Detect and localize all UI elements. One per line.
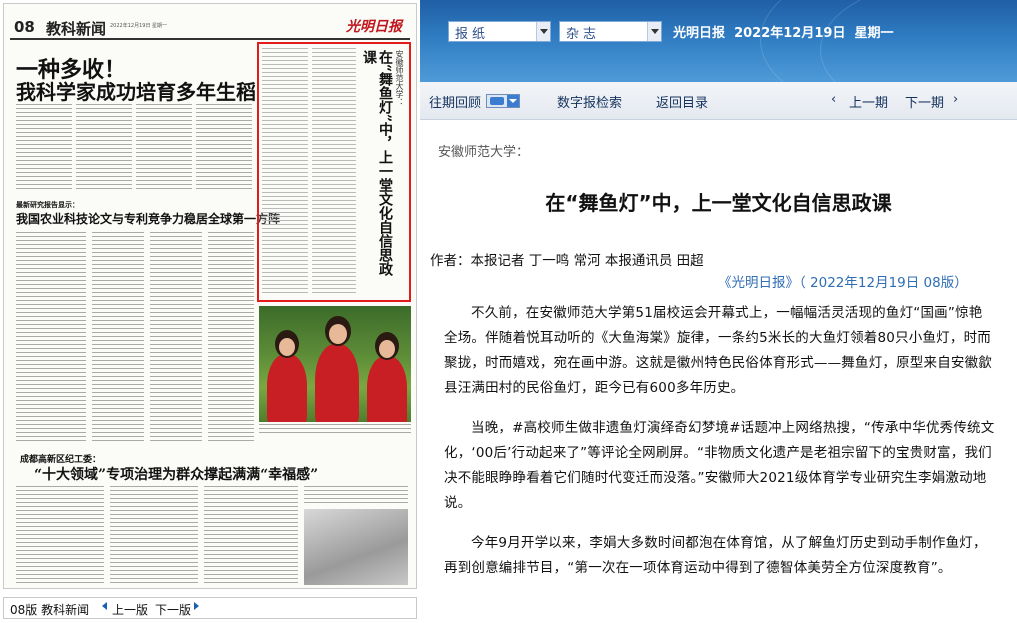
article-author: 作者：本报记者 丁一鸣 常河 本报通讯员 田超: [430, 253, 704, 269]
newspaper-page-panel: 08 教科新闻 2022年12月19日 星期一 光明日报 一种多收！ 我科学家成…: [0, 0, 420, 623]
photo-caption: [259, 424, 411, 434]
next-page-icon: [194, 602, 199, 610]
previous-issue-link[interactable]: 上一期: [849, 92, 888, 111]
article-link-chengdu[interactable]: “十大领域”专项治理为群众撑起满满“幸福感”: [34, 464, 318, 484]
article-link-agri-science[interactable]: 我国农业科技论文与专利竞争力稳居全球第一方阵: [16, 210, 280, 227]
selected-article-title: 在“舞鱼灯”中，上一堂文化自信思政课: [361, 50, 393, 277]
previous-page-icon: [102, 602, 107, 610]
chevron-left-icon[interactable]: ‹: [831, 92, 836, 107]
text-column: [110, 486, 198, 584]
fish-lantern-photo: [259, 306, 411, 422]
paper-header: 08 教科新闻 2022年12月19日 星期一 光明日报: [10, 14, 410, 40]
article-paragraph: 当晚，#高校师生做非遗鱼灯演绎奇幻梦境#话题冲上网络热搜，“传承中华优秀传统文化…: [444, 420, 995, 511]
chengdu-photo: [304, 509, 408, 585]
magazine-select-value: 杂志: [566, 27, 601, 42]
paper-masthead-logo: 光明日报: [346, 19, 402, 35]
issue-weekday: 星期一: [854, 26, 894, 41]
paper-name: 光明日报: [673, 26, 726, 41]
toolbar: 往期回顾 数字报检索 返回目录 ‹ 上一期 下一期 ›: [420, 82, 1017, 120]
next-issue-link[interactable]: 下一期: [905, 92, 944, 111]
calendar-picker-icon[interactable]: [486, 94, 520, 108]
issue-date-line: 光明日报 2022年12月19日 星期一: [673, 22, 894, 41]
text-column: [204, 486, 298, 584]
text-column: [16, 486, 104, 584]
issue-date: 2022年12月19日: [734, 26, 846, 41]
digital-search-link[interactable]: 数字报检索: [557, 92, 622, 111]
text-column: [136, 104, 192, 192]
article-kicker: 安徽师范大学：: [438, 145, 530, 160]
article-kicker-report: 最新研究报告显示：: [16, 201, 79, 209]
text-column: [196, 104, 252, 192]
back-to-toc-link[interactable]: 返回目录: [656, 92, 708, 111]
text-column: [150, 232, 202, 442]
article-paragraph: 今年9月开学以来，李娟大多数时间都泡在体育馆，从了解鱼灯历史到动手制作鱼灯，再到…: [444, 535, 987, 576]
previous-page-link[interactable]: 上一版: [112, 601, 148, 618]
paper-section-name: 教科新闻: [46, 20, 107, 38]
paper-date: 2022年12月19日 星期一: [110, 23, 168, 29]
text-column: [304, 486, 408, 506]
article-paragraph: 不久前，在安徽师范大学第51届校运会开幕式上，一幅幅活灵活现的鱼灯“国画”惊艳全…: [444, 305, 992, 396]
article-title: 在“舞鱼灯”中，上一堂文化自信思政课: [545, 191, 892, 215]
article-source: 《光明日报》（ 2022年12月19日 08版）: [718, 275, 968, 291]
magazine-select[interactable]: 杂志: [559, 21, 662, 42]
chevron-right-icon[interactable]: ›: [953, 92, 958, 107]
article-content: 安徽师范大学： 在“舞鱼灯”中，上一堂文化自信思政课 作者：本报记者 丁一鸣 常…: [420, 121, 1017, 623]
next-page-link[interactable]: 下一版: [155, 601, 191, 618]
chevron-down-icon[interactable]: [647, 22, 661, 41]
text-column: [208, 232, 254, 442]
text-column: [92, 232, 144, 442]
selected-article-highlight[interactable]: 安徽师范大学： 在“舞鱼灯”中，上一堂文化自信思政课: [257, 42, 411, 302]
top-banner: 报纸 杂志 光明日报 2022年12月19日 星期一: [420, 0, 1017, 120]
text-column: [76, 104, 132, 192]
page-navigation-bar: 08版 教科新闻 上一版 下一版: [3, 597, 417, 619]
newspaper-select-value: 报纸: [455, 27, 490, 42]
selected-article-kicker: 安徽师范大学：: [395, 50, 404, 106]
text-column: [16, 104, 72, 192]
newspaper-select[interactable]: 报纸: [448, 21, 551, 42]
article-link-rice-headline-2[interactable]: 我科学家成功培育多年生稻: [16, 76, 256, 105]
paper-page-number: 08: [14, 18, 35, 36]
current-page-label: 08版 教科新闻: [10, 603, 90, 617]
chevron-down-icon[interactable]: [536, 22, 550, 41]
history-link[interactable]: 往期回顾: [429, 92, 481, 111]
newspaper-page-image[interactable]: 08 教科新闻 2022年12月19日 星期一 光明日报 一种多收！ 我科学家成…: [3, 3, 417, 589]
text-column: [16, 232, 86, 442]
